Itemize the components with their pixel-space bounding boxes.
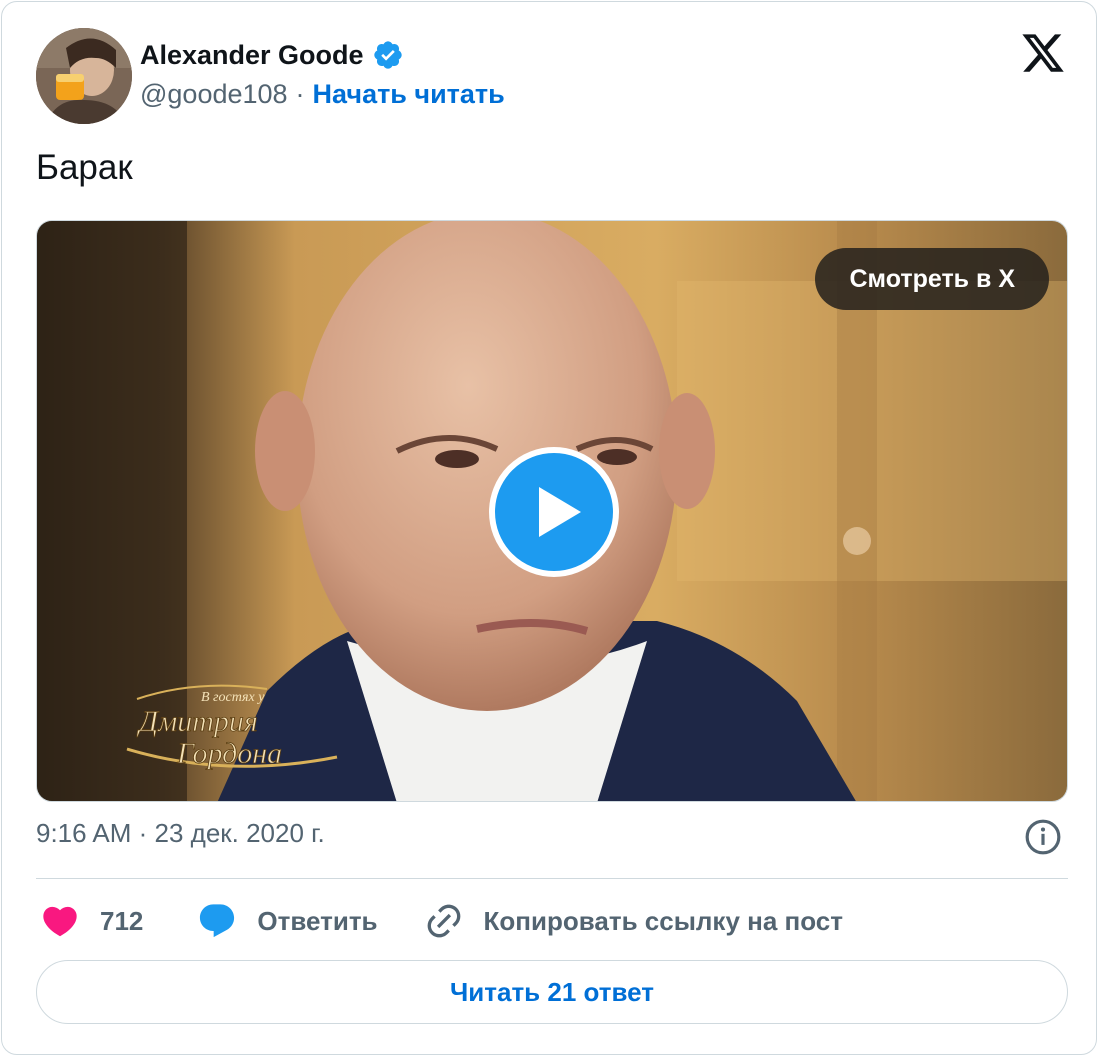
like-button[interactable]: 712	[40, 901, 143, 941]
reply-label: Ответить	[257, 905, 378, 936]
copy-link-label: Копировать ссылку на пост	[483, 905, 843, 936]
separator-dot: ·	[295, 78, 305, 109]
watch-on-x-button[interactable]: Смотреть в X	[815, 248, 1049, 310]
video-thumbnail[interactable]: Дмитрия Гордона В гостях у Смотреть в X	[36, 220, 1068, 802]
info-icon[interactable]	[1024, 818, 1062, 856]
link-icon	[424, 901, 464, 941]
heart-icon	[40, 901, 80, 941]
tweet-text: Барак	[36, 148, 133, 187]
author-name-row: Alexander Goode	[140, 36, 404, 74]
svg-text:Дмитрия: Дмитрия	[136, 705, 258, 738]
like-count: 712	[100, 905, 144, 936]
svg-text:Гордона: Гордона	[176, 737, 282, 770]
x-logo-icon[interactable]	[1020, 30, 1066, 76]
author-handle-row: @goode108 · Начать читать	[140, 76, 505, 112]
avatar-image	[36, 28, 132, 124]
verified-badge-icon	[372, 39, 404, 71]
action-bar: 712 Ответить Копировать ссылку на пост	[40, 898, 843, 944]
avatar[interactable]	[36, 28, 132, 124]
reply-button[interactable]: Ответить	[197, 901, 378, 941]
svg-text:В гостях у: В гостях у	[201, 690, 265, 705]
tweet-timestamp[interactable]: 9:16 AM · 23 дек. 2020 г.	[36, 818, 325, 849]
reply-bubble-icon	[197, 901, 237, 941]
author-name[interactable]: Alexander Goode	[140, 40, 364, 71]
show-logo-overlay: Дмитрия Гордона В гостях у	[117, 679, 347, 775]
author-handle[interactable]: @goode108	[140, 79, 288, 110]
copy-link-button[interactable]: Копировать ссылку на пост	[424, 901, 843, 941]
read-replies-button[interactable]: Читать 21 ответ	[36, 960, 1068, 1024]
follow-link[interactable]: Начать читать	[313, 79, 505, 110]
divider	[36, 878, 1068, 879]
tweet-embed-card: Alexander Goode @goode108 · Начать читат…	[1, 1, 1097, 1055]
play-button-icon[interactable]	[487, 445, 621, 579]
